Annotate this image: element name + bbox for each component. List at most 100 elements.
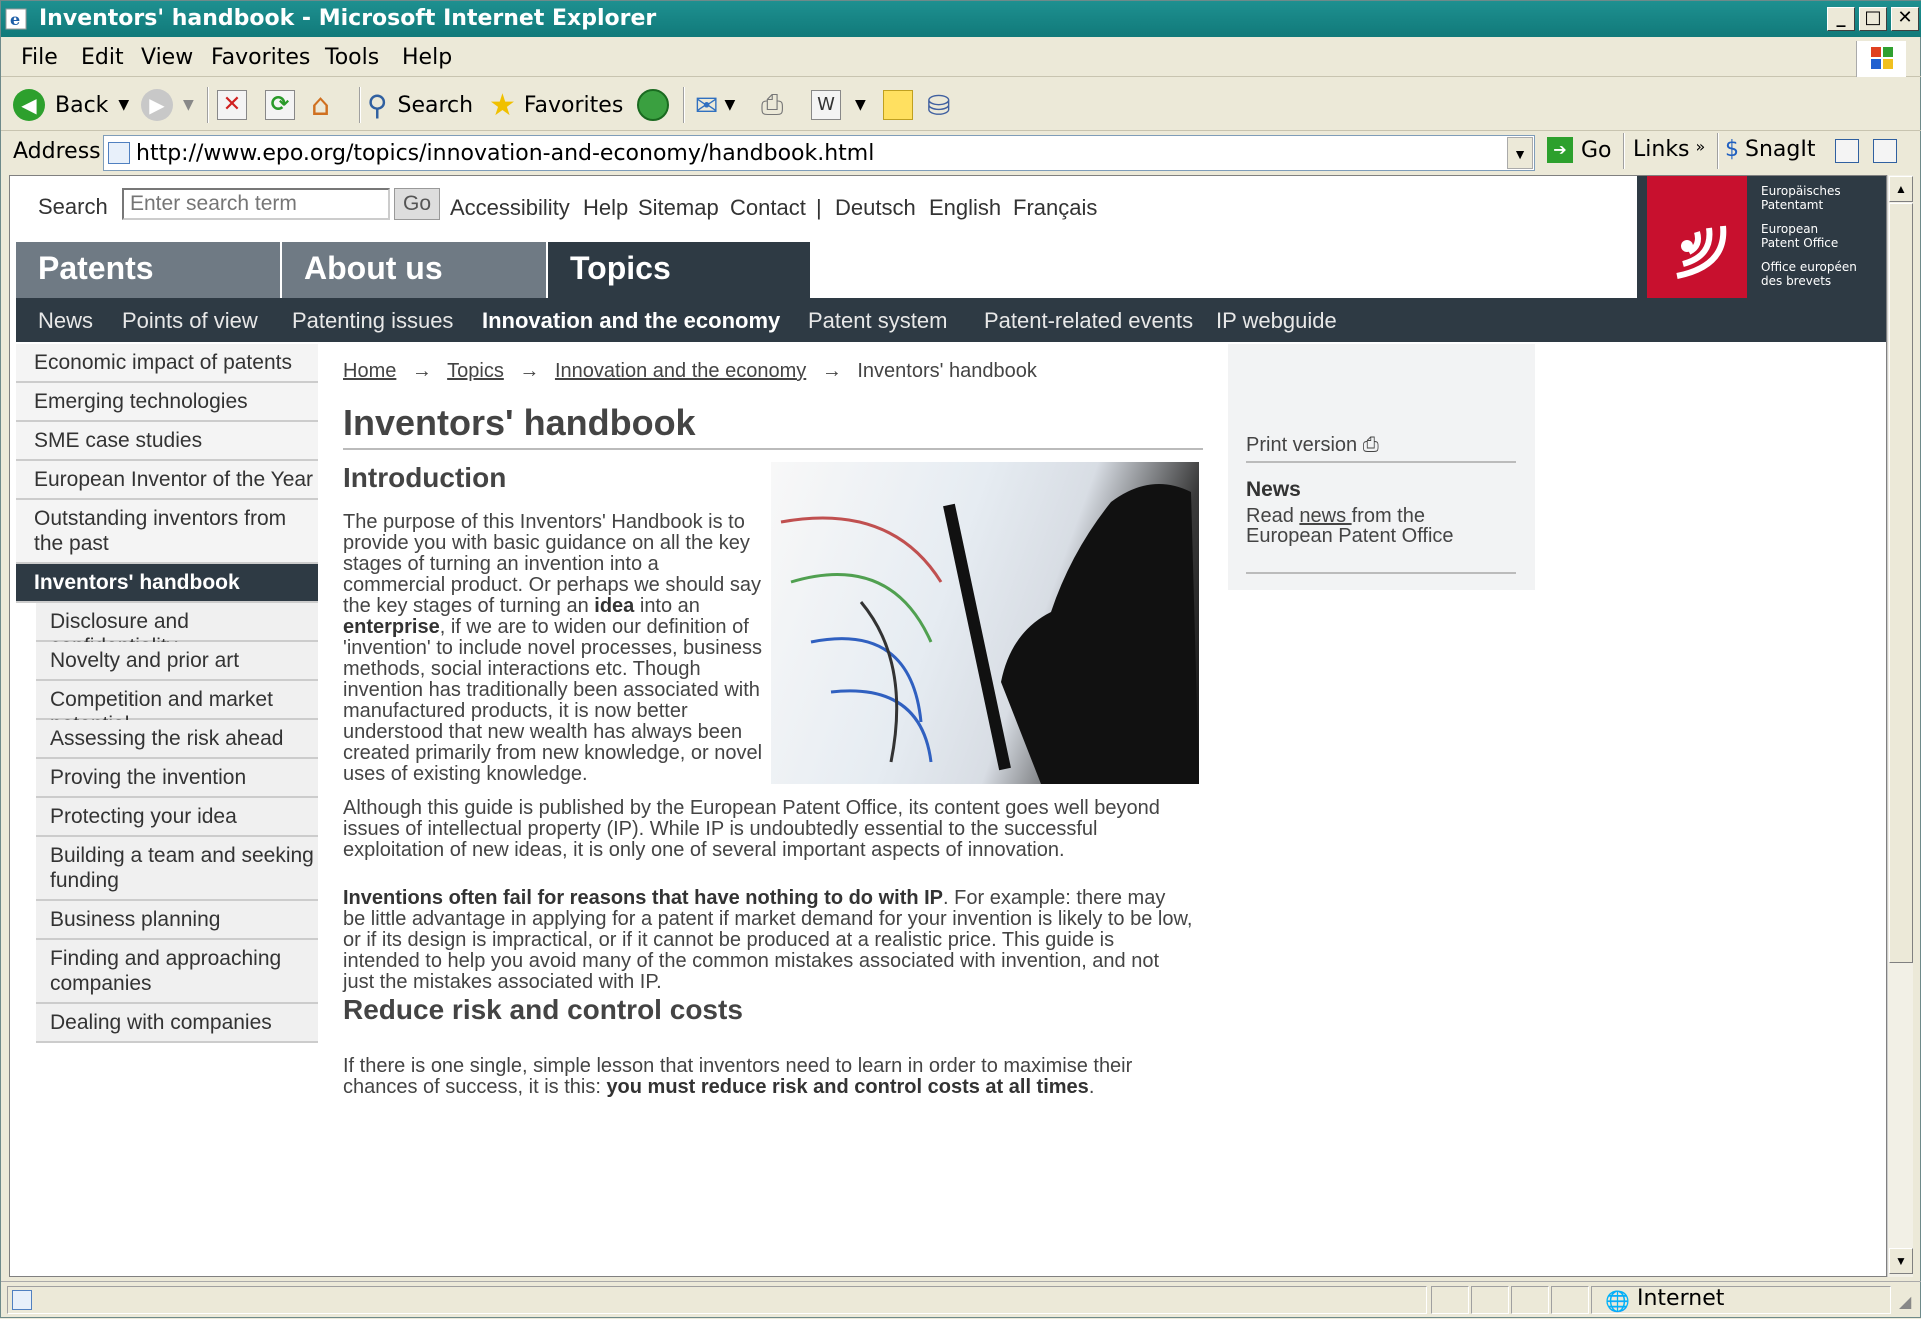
vertical-scrollbar[interactable]: ▲ ▼	[1887, 175, 1913, 1277]
discuss-button[interactable]	[883, 85, 913, 125]
site-search-go-button[interactable]: Go	[394, 188, 440, 220]
sidebar-subitem-dealing-companies[interactable]: Dealing with companies	[36, 1004, 318, 1043]
sidebar-subitem-novelty[interactable]: Novelty and prior art	[36, 642, 318, 681]
sidebar-subitem-proving[interactable]: Proving the invention	[36, 759, 318, 798]
address-input[interactable]: http://www.epo.org/topics/innovation-and…	[103, 135, 1535, 171]
snagit-button[interactable]: $ SnagIt	[1725, 137, 1815, 162]
resize-grip-icon[interactable]: ◢	[1899, 1292, 1911, 1312]
print-button[interactable]: ⎙	[761, 85, 783, 125]
sidebar-item-outstanding-inventors[interactable]: Outstanding inventors from the past	[16, 500, 318, 564]
breadcrumb: Home → Topics → Innovation and the econo…	[343, 360, 1037, 383]
intro-paragraph: The purpose of this Inventors' Handbook …	[343, 512, 763, 785]
status-message-cell	[7, 1286, 1427, 1314]
links-button[interactable]: Links»	[1633, 137, 1705, 162]
close-button[interactable]: ✕	[1891, 7, 1919, 31]
refresh-button[interactable]: ⟳	[265, 85, 295, 125]
sidebar-subitem-disclosure[interactable]: Disclosure and confidentiality	[36, 603, 318, 658]
subnav-patent-events[interactable]: Patent-related events	[984, 308, 1193, 334]
search-label: Search	[397, 92, 474, 118]
sidebar-subitem-finding-companies[interactable]: Finding and approaching companies	[36, 940, 318, 1004]
sidebar-subitem-team-funding[interactable]: Building a team and seeking funding	[36, 837, 318, 901]
minimize-button[interactable]: _	[1827, 7, 1855, 31]
sidebar-item-economic-impact[interactable]: Economic impact of patents	[16, 344, 318, 383]
link-contact[interactable]: Contact	[730, 195, 806, 221]
tab-patents[interactable]: Patents	[16, 242, 280, 300]
ie-icon: e	[5, 8, 27, 30]
menu-favorites[interactable]: Favorites	[211, 45, 310, 70]
link-english[interactable]: English	[929, 195, 1001, 221]
sidebar-subitem-risk[interactable]: Assessing the risk ahead	[36, 720, 318, 759]
subnav-ip-webguide[interactable]: IP webguide	[1216, 308, 1337, 334]
subnav-patent-system[interactable]: Patent system	[808, 308, 947, 334]
site-search-input[interactable]	[122, 188, 390, 220]
address-url[interactable]: http://www.epo.org/topics/innovation-and…	[136, 141, 874, 166]
scroll-up-arrow-icon[interactable]: ▲	[1889, 176, 1913, 202]
tab-about-us[interactable]: About us	[282, 242, 546, 300]
link-help[interactable]: Help	[583, 195, 628, 221]
address-dropdown-icon[interactable]: ▼	[1507, 137, 1533, 169]
risk-bold: you must reduce risk and control costs a…	[606, 1076, 1089, 1098]
back-button[interactable]: ◀ Back ▼	[13, 85, 129, 125]
favorites-label: Favorites	[523, 92, 624, 118]
news-heading: News	[1246, 478, 1301, 501]
back-arrow-icon: ◀	[13, 89, 45, 121]
subnav-innovation-economy[interactable]: Innovation and the economy	[482, 308, 780, 334]
intro-bold-enterprise: enterprise	[343, 616, 440, 638]
menu-file[interactable]: File	[21, 45, 58, 70]
tab-topics[interactable]: Topics	[548, 242, 810, 300]
sidebar-subitem-protecting[interactable]: Protecting your idea	[36, 798, 318, 837]
sidebar-item-inventor-of-year[interactable]: European Inventor of the Year	[16, 461, 318, 500]
search-button[interactable]: ⚲ Search	[367, 85, 473, 125]
research-button[interactable]: ⛁	[927, 85, 950, 125]
windows-logo-icon	[1856, 41, 1906, 77]
link-sitemap[interactable]: Sitemap	[638, 195, 719, 221]
favorites-button[interactable]: ★ Favorites	[489, 85, 623, 125]
epo-logo-mark	[1647, 176, 1747, 298]
risk-heading: Reduce risk and control costs	[343, 994, 743, 1025]
breadcrumb-topics[interactable]: Topics	[447, 360, 504, 382]
menu-edit[interactable]: Edit	[81, 45, 124, 70]
toolbar-separator	[207, 87, 209, 123]
failure-paragraph: Inventions often fail for reasons that h…	[343, 888, 1193, 993]
subnav-points-of-view[interactable]: Points of view	[122, 308, 258, 334]
link-francais[interactable]: Français	[1013, 195, 1097, 221]
edit-button[interactable]: W ▼	[811, 85, 866, 125]
breadcrumb-home[interactable]: Home	[343, 360, 396, 382]
print-version-link[interactable]: Print version ⎙	[1246, 434, 1516, 463]
scrollbar-thumb[interactable]	[1889, 203, 1913, 963]
failure-bold: Inventions often fail for reasons that h…	[343, 887, 944, 909]
maximize-button[interactable]: □	[1859, 7, 1887, 31]
subnav-news[interactable]: News	[38, 308, 93, 334]
sidebar-subitem-competition[interactable]: Competition and market potential	[36, 681, 318, 736]
home-button[interactable]: ⌂	[311, 85, 330, 125]
web-page: Search Go Accessibility Help Sitemap Con…	[9, 175, 1887, 1277]
menu-view[interactable]: View	[141, 45, 193, 70]
snagit-capture-icon[interactable]	[1873, 139, 1897, 168]
news-link[interactable]: news	[1299, 505, 1351, 527]
link-accessibility[interactable]: Accessibility	[450, 195, 570, 221]
mail-button[interactable]: ✉ ▼	[695, 85, 735, 125]
epo-logo[interactable]: Europäisches Patentamt European Patent O…	[1637, 176, 1886, 298]
snagit-window-icon[interactable]	[1835, 139, 1859, 168]
sub-navigation: News Points of view Patenting issues Inn…	[16, 298, 1886, 342]
scroll-down-arrow-icon[interactable]: ▼	[1889, 1248, 1913, 1274]
browser-window: e Inventors' handbook - Microsoft Intern…	[0, 0, 1921, 1318]
forward-dropdown-icon[interactable]: ▼	[183, 97, 194, 113]
stop-button[interactable]: ✕	[217, 85, 247, 125]
go-button[interactable]: ➔ Go	[1547, 137, 1612, 163]
menu-tools[interactable]: Tools	[325, 45, 379, 70]
back-dropdown-icon[interactable]: ▼	[118, 97, 129, 113]
history-button[interactable]	[637, 85, 669, 125]
standard-toolbar: ◀ Back ▼ ▶ ▼ ✕ ⟳ ⌂ ⚲ Search ★ Favorites …	[1, 79, 1921, 131]
sidebar-item-sme-case-studies[interactable]: SME case studies	[16, 422, 318, 461]
forward-button[interactable]: ▶ ▼	[141, 85, 194, 125]
sidebar-subitem-business-planning[interactable]: Business planning	[36, 901, 318, 940]
subnav-patenting-issues[interactable]: Patenting issues	[292, 308, 453, 334]
sidebar-item-inventors-handbook[interactable]: Inventors' handbook	[16, 564, 318, 603]
intro-bold-idea: idea	[594, 595, 635, 617]
breadcrumb-innovation[interactable]: Innovation and the economy	[555, 360, 806, 382]
link-deutsch[interactable]: Deutsch	[835, 195, 916, 221]
menu-help[interactable]: Help	[402, 45, 452, 70]
sidebar-item-emerging-tech[interactable]: Emerging technologies	[16, 383, 318, 422]
page-title: Inventors' handbook	[343, 402, 1203, 450]
